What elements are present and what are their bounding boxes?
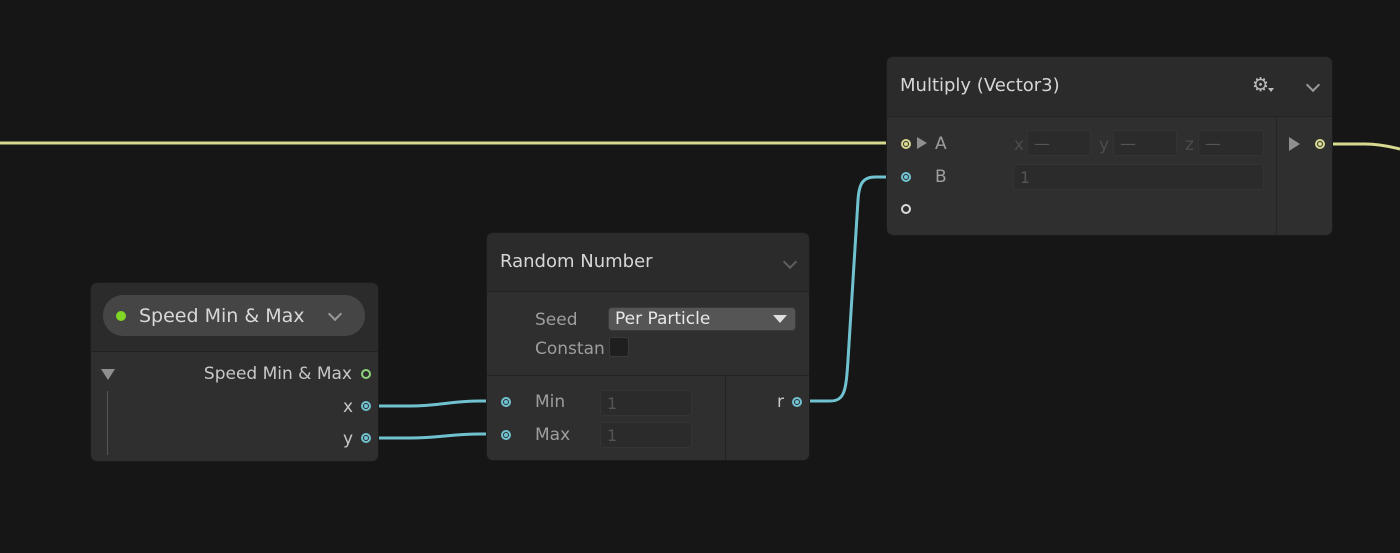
a-label: A xyxy=(935,134,947,154)
y-output-port[interactable] xyxy=(361,433,371,443)
seed-label: Seed xyxy=(535,310,578,330)
max-field[interactable]: 1 xyxy=(600,422,692,448)
property-pill-label: Speed Min & Max xyxy=(139,305,305,327)
r-output-port[interactable] xyxy=(792,397,802,407)
seed-dropdown[interactable]: Per Particle xyxy=(608,307,796,331)
wire-r-to-b[interactable] xyxy=(801,175,900,403)
property-pill[interactable]: Speed Min & Max xyxy=(103,295,365,336)
constant-checkbox[interactable] xyxy=(609,337,629,357)
chevron-down-icon[interactable] xyxy=(327,306,343,322)
min-label: Min xyxy=(535,392,566,412)
x-output-port[interactable] xyxy=(361,401,371,411)
output-expand-triangle-icon[interactable] xyxy=(1289,137,1300,151)
min-field[interactable]: 1 xyxy=(600,390,692,416)
hierarchy-line xyxy=(107,391,108,455)
b-label: B xyxy=(935,167,947,187)
multiply-output-divider xyxy=(1276,117,1277,235)
b-input-port[interactable] xyxy=(901,172,911,182)
vector-wire-out[interactable] xyxy=(1328,142,1400,151)
property-node[interactable]: Speed Min & Max Speed Min & Max x y xyxy=(91,283,378,461)
multiply-node[interactable]: Multiply (Vector3) ⚙ A x — y — z — B 1 xyxy=(887,57,1332,235)
add-operand-port[interactable] xyxy=(901,204,911,214)
property-output-label: Speed Min & Max xyxy=(203,364,352,384)
property-exposed-dot xyxy=(116,311,126,321)
a-y-label: y xyxy=(1099,135,1110,155)
multiply-node-title: Multiply (Vector3) xyxy=(900,75,1060,96)
dropdown-arrow-icon xyxy=(773,315,787,323)
random-ports-divider xyxy=(487,375,809,376)
random-output-divider xyxy=(725,376,726,460)
random-number-node[interactable]: Random Number Seed Per Particle Constan … xyxy=(487,233,809,460)
x-output-label: x xyxy=(343,397,354,417)
gear-icon[interactable]: ⚙ xyxy=(1252,74,1269,96)
property-output-port[interactable] xyxy=(361,369,371,379)
a-expand-triangle-icon[interactable] xyxy=(917,137,927,149)
r-output-label: r xyxy=(777,392,784,412)
a-z-label: z xyxy=(1185,135,1194,155)
wire-y-to-max[interactable] xyxy=(371,432,501,440)
wire-x-to-min[interactable] xyxy=(371,399,501,408)
min-input-port[interactable] xyxy=(501,397,511,407)
random-node-title: Random Number xyxy=(500,251,653,272)
expand-triangle-icon[interactable] xyxy=(101,369,115,380)
a-input-port[interactable] xyxy=(901,139,911,149)
constant-label: Constan xyxy=(535,339,605,359)
gear-dropdown-arrow-icon xyxy=(1268,88,1274,92)
a-y-field[interactable]: — xyxy=(1113,130,1177,156)
max-label: Max xyxy=(535,425,571,445)
a-z-field[interactable]: — xyxy=(1198,130,1264,156)
seed-dropdown-value: Per Particle xyxy=(615,309,711,329)
b-field[interactable]: 1 xyxy=(1013,164,1264,190)
y-output-label: y xyxy=(343,429,354,449)
a-x-field[interactable]: — xyxy=(1027,130,1091,156)
max-input-port[interactable] xyxy=(501,430,511,440)
a-x-label: x xyxy=(1014,135,1025,155)
multiply-output-port[interactable] xyxy=(1315,139,1325,149)
